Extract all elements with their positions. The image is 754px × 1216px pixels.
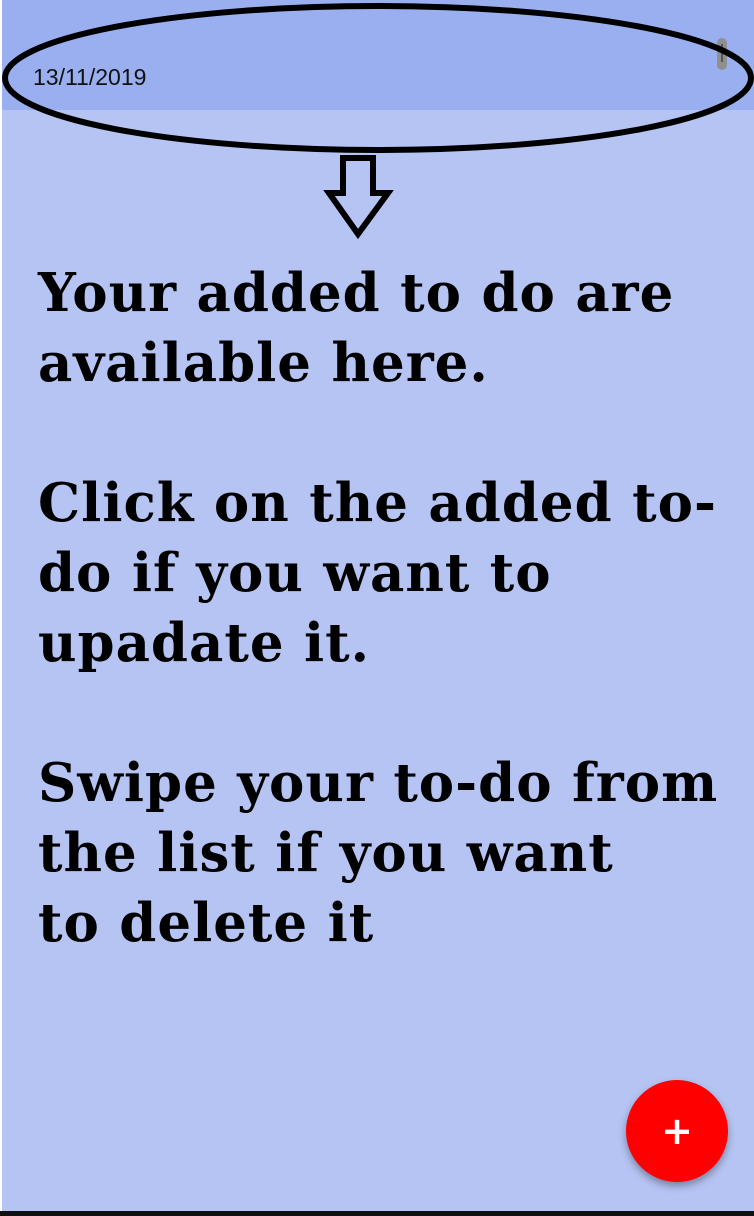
annotation-overlay xyxy=(2,3,754,240)
bottom-border xyxy=(0,1211,754,1216)
down-arrow-icon xyxy=(323,155,394,240)
annotation-line-delete: Swipe your to-do from the list if you wa… xyxy=(38,752,719,954)
add-todo-button[interactable]: + xyxy=(626,1080,728,1182)
annotation-line-view: Your added to do are available here. xyxy=(38,262,675,394)
annotation-text: Your added to do are available here. Cli… xyxy=(38,258,738,958)
highlight-ellipse xyxy=(2,3,754,153)
plus-icon: + xyxy=(661,1109,693,1153)
annotation-line-update: Click on the added to- do if you want to… xyxy=(38,472,717,674)
